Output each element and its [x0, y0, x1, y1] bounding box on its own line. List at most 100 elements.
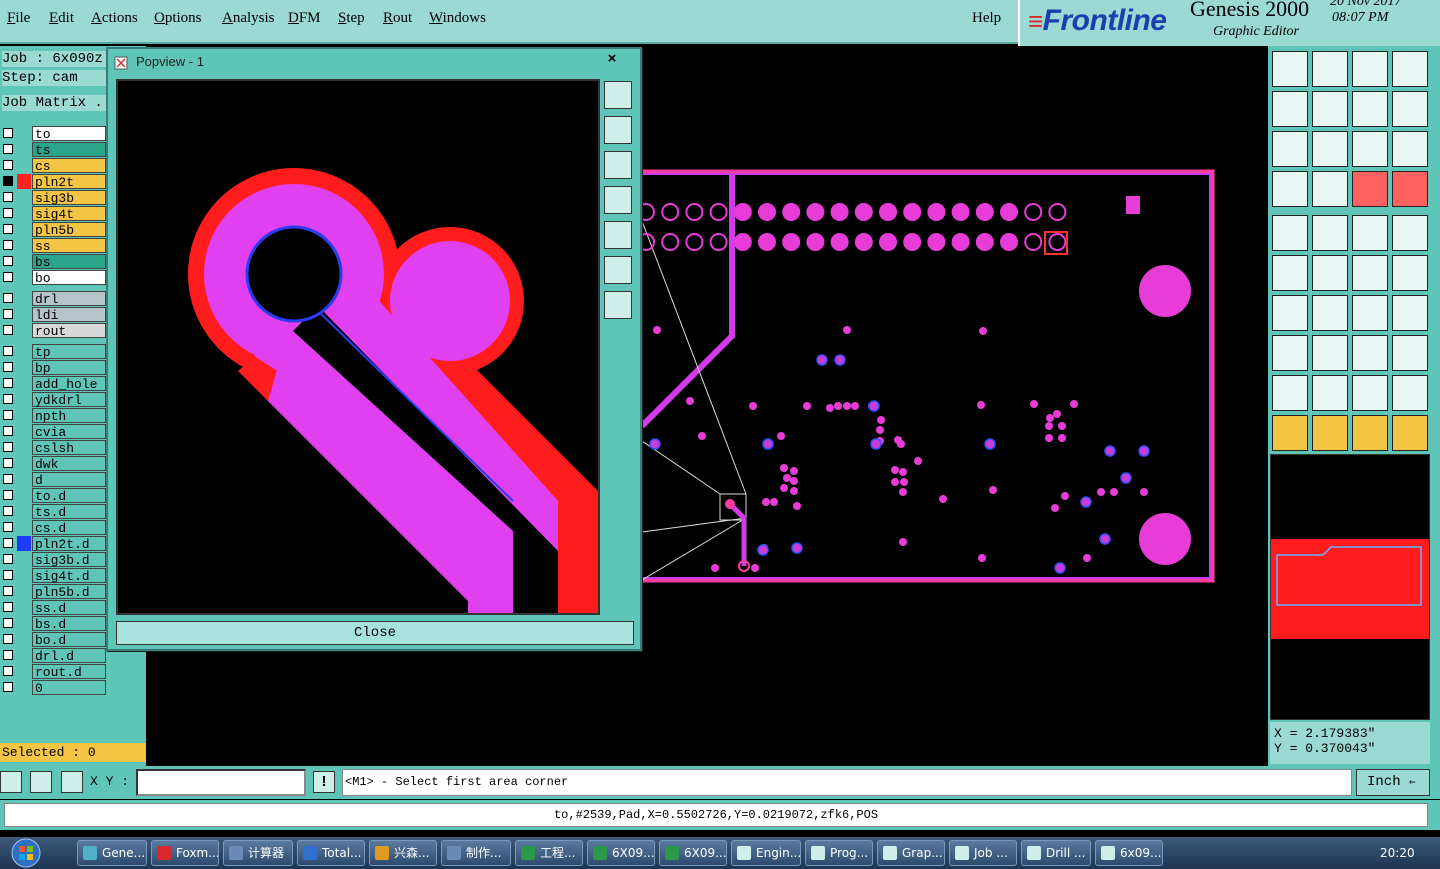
- start-button[interactable]: [4, 837, 44, 869]
- taskbar-item[interactable]: 6X09...: [587, 840, 655, 866]
- layer-name[interactable]: pln2t.d: [32, 536, 106, 552]
- measure-tool-icon[interactable]: [1272, 171, 1308, 207]
- layer-row[interactable]: bs: [0, 254, 116, 270]
- probe-icon[interactable]: [1312, 171, 1348, 207]
- arc2-icon[interactable]: [1352, 375, 1388, 411]
- layer-row[interactable]: pln5b: [0, 222, 116, 238]
- layer-checkbox[interactable]: [3, 570, 13, 580]
- pan-right-icon[interactable]: [1312, 91, 1348, 127]
- layer-row[interactable]: 0: [0, 680, 116, 696]
- menu-actions[interactable]: Actions: [91, 10, 138, 27]
- layer-checkbox[interactable]: [3, 506, 13, 516]
- taskbar-item[interactable]: Engin...: [731, 840, 801, 866]
- execute-button[interactable]: !: [313, 771, 335, 793]
- pad-icon[interactable]: [1272, 215, 1308, 251]
- close-icon[interactable]: ×: [598, 50, 626, 68]
- layer-row[interactable]: bs.d: [0, 616, 116, 632]
- pan-up-icon[interactable]: [604, 116, 632, 144]
- layer-name[interactable]: drl: [32, 291, 106, 307]
- layer-row[interactable]: ts.d: [0, 504, 116, 520]
- layer-checkbox[interactable]: [3, 538, 13, 548]
- stretch-icon[interactable]: [1352, 335, 1388, 371]
- move-icon[interactable]: [1352, 255, 1388, 291]
- layer-name[interactable]: ss: [32, 238, 106, 254]
- zoom-out-icon[interactable]: [604, 291, 632, 319]
- taskbar-item[interactable]: Prog...: [805, 840, 873, 866]
- layer-name[interactable]: bo: [32, 270, 106, 286]
- help-icon[interactable]: [1392, 131, 1428, 167]
- layer-checkbox[interactable]: [3, 634, 13, 644]
- pan-down-icon[interactable]: [604, 151, 632, 179]
- layer-row[interactable]: ss: [0, 238, 116, 254]
- pan-left-icon[interactable]: [604, 186, 632, 214]
- layer-name[interactable]: cvia: [32, 424, 106, 440]
- zoom-top-icon[interactable]: [1312, 51, 1348, 87]
- layer-checkbox[interactable]: [3, 410, 13, 420]
- close-button[interactable]: Close: [116, 621, 634, 645]
- angle-icon[interactable]: [1272, 295, 1308, 331]
- layer-name[interactable]: add_hole: [32, 376, 106, 392]
- layer-name[interactable]: 0: [32, 680, 106, 696]
- menu-edit[interactable]: Edit: [49, 10, 74, 27]
- taskbar-item[interactable]: Drill ...: [1021, 840, 1091, 866]
- layer-name[interactable]: cs: [32, 158, 106, 174]
- taskbar-item[interactable]: 工程...: [515, 840, 583, 866]
- graphic-canvas[interactable]: [642, 46, 1268, 766]
- pointer-icon[interactable]: [1272, 415, 1308, 451]
- layer-row[interactable]: npth: [0, 408, 116, 424]
- layer-checkbox[interactable]: [3, 176, 13, 186]
- taskbar-item[interactable]: 兴森...: [369, 840, 437, 866]
- select2-icon[interactable]: [1352, 415, 1388, 451]
- layer-row[interactable]: cs.d: [0, 520, 116, 536]
- layer-checkbox[interactable]: [3, 256, 13, 266]
- layer-row[interactable]: bp: [0, 360, 116, 376]
- layer-row[interactable]: sig3b.d: [0, 552, 116, 568]
- layer-name[interactable]: pln5b: [32, 222, 106, 238]
- layer-checkbox[interactable]: [3, 474, 13, 484]
- home-view-icon[interactable]: [1272, 51, 1308, 87]
- flip-icon[interactable]: [1392, 91, 1428, 127]
- layer-name[interactable]: bp: [32, 360, 106, 376]
- layer-name[interactable]: npth: [32, 408, 106, 424]
- layer-name[interactable]: cs.d: [32, 520, 106, 536]
- layer-name[interactable]: to.d: [32, 488, 106, 504]
- layer-row[interactable]: cs: [0, 158, 116, 174]
- menu-rout[interactable]: Rout: [383, 10, 412, 27]
- select3-icon[interactable]: [1392, 415, 1428, 451]
- layer-checkbox[interactable]: [3, 128, 13, 138]
- layer-name[interactable]: bo.d: [32, 632, 106, 648]
- layer-row[interactable]: pln2t: [0, 174, 116, 190]
- layer-name[interactable]: dwk: [32, 456, 106, 472]
- layer-name[interactable]: bs.d: [32, 616, 106, 632]
- layer-checkbox[interactable]: [3, 522, 13, 532]
- center-icon[interactable]: [1312, 131, 1348, 167]
- layer-row[interactable]: pln5b.d: [0, 584, 116, 600]
- grid-icon[interactable]: [61, 771, 83, 793]
- line-icon[interactable]: [1312, 295, 1348, 331]
- layer-row[interactable]: sig4t: [0, 206, 116, 222]
- layer-checkbox[interactable]: [3, 160, 13, 170]
- layer-row[interactable]: d: [0, 472, 116, 488]
- board-minimap[interactable]: [1270, 454, 1430, 720]
- layer-name[interactable]: sig4t: [32, 206, 106, 222]
- taskbar-item[interactable]: 制作...: [441, 840, 511, 866]
- popview-window[interactable]: Popview - 1 × Close: [106, 47, 642, 651]
- layer-name[interactable]: to: [32, 126, 106, 142]
- layer-row[interactable]: to.d: [0, 488, 116, 504]
- layer-name[interactable]: rout: [32, 323, 106, 339]
- triangle-icon[interactable]: [1272, 375, 1308, 411]
- layer-checkbox[interactable]: [3, 682, 13, 692]
- zoom-home-icon[interactable]: [604, 81, 632, 109]
- pan-right-icon[interactable]: [604, 221, 632, 249]
- rotate-icon[interactable]: [1352, 295, 1388, 331]
- layer-name[interactable]: ldi: [32, 307, 106, 323]
- mirror-icon[interactable]: [1352, 91, 1388, 127]
- layer-row[interactable]: pln2t.d: [0, 536, 116, 552]
- layer-checkbox[interactable]: [3, 325, 13, 335]
- popview-canvas[interactable]: [116, 79, 600, 615]
- layer-checkbox[interactable]: [3, 586, 13, 596]
- circle-icon[interactable]: [1392, 215, 1428, 251]
- minus-icon[interactable]: [1312, 335, 1348, 371]
- layer-checkbox[interactable]: [3, 192, 13, 202]
- layer-checkbox[interactable]: [3, 293, 13, 303]
